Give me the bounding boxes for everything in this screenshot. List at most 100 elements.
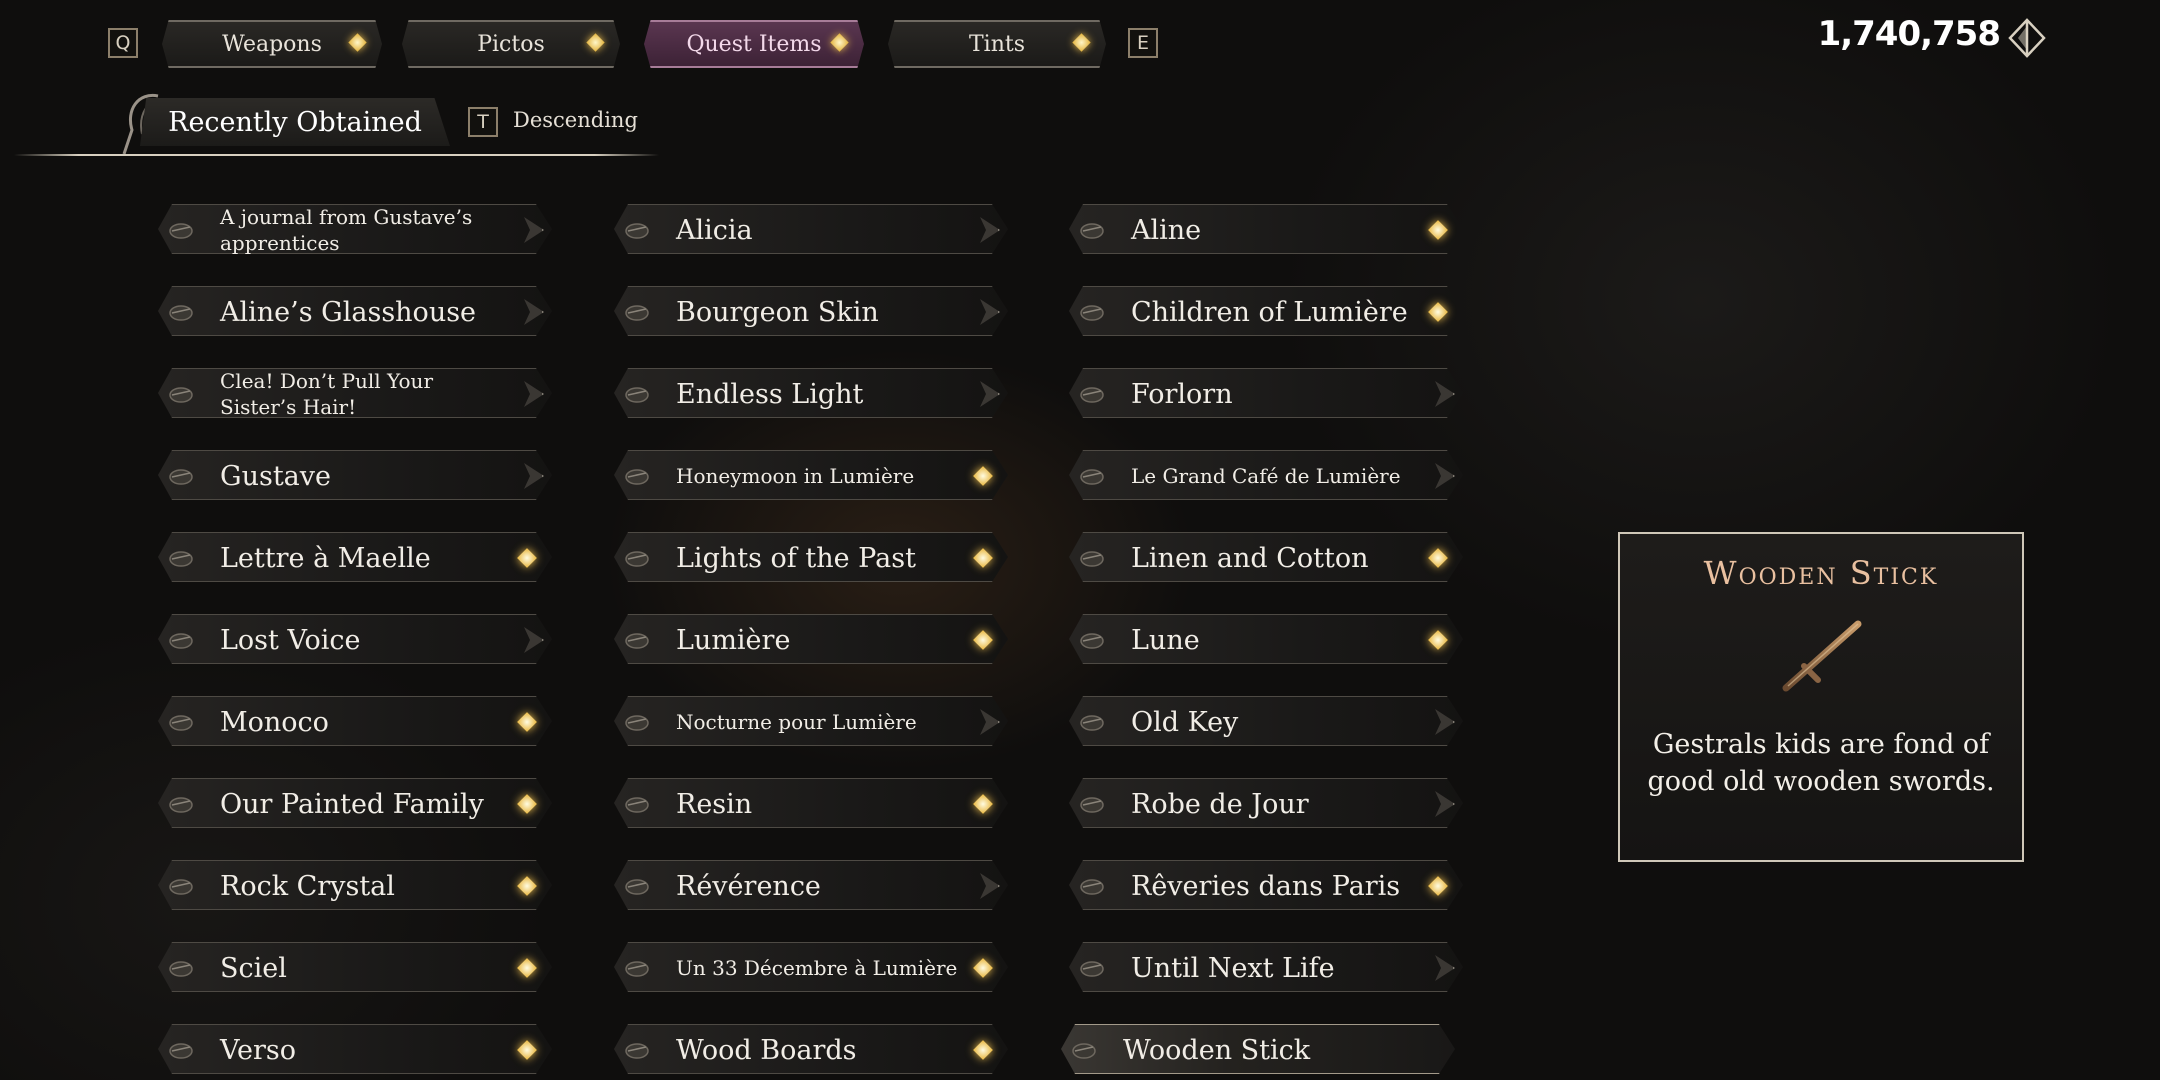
sort-mode-button[interactable]: Recently Obtained [140, 98, 450, 146]
new-indicator-icon [973, 958, 993, 978]
chevron-right-icon [1435, 791, 1455, 817]
quest-item-row[interactable]: Gustave [158, 450, 552, 500]
next-category-key[interactable]: E [1128, 28, 1158, 58]
chevron-right-icon [980, 217, 1000, 243]
quest-item-row[interactable]: Révérence [614, 860, 1008, 910]
quest-item-row[interactable]: Children of Lumière [1069, 286, 1463, 336]
chevron-right-icon [980, 381, 1000, 407]
quest-item-label: Until Next Life [1131, 952, 1335, 984]
quest-item-icon [1080, 879, 1104, 895]
new-indicator-icon [973, 794, 993, 814]
quest-item-row[interactable]: Bourgeon Skin [614, 286, 1008, 336]
quest-item-row[interactable]: Resin [614, 778, 1008, 828]
quest-item-icon [169, 305, 193, 321]
quest-item-row[interactable]: Rock Crystal [158, 860, 552, 910]
quest-item-icon [1080, 469, 1104, 485]
quest-item-label: Verso [220, 1034, 297, 1066]
quest-item-row[interactable]: Endless Light [614, 368, 1008, 418]
tab-tints-label: Tints [968, 31, 1025, 57]
chevron-right-icon [1451, 1037, 1455, 1063]
quest-item-row[interactable]: Lettre à Maelle [158, 532, 552, 582]
quest-item-row[interactable]: Aline’s Glasshouse [158, 286, 552, 336]
new-indicator-icon [973, 630, 993, 650]
new-indicator-icon [348, 33, 367, 52]
quest-item-row[interactable]: Old Key [1069, 696, 1463, 746]
quest-item-label: Old Key [1131, 706, 1239, 738]
chevron-right-icon [524, 463, 544, 489]
chevron-right-icon [980, 709, 1000, 735]
quest-item-label: Lune [1131, 624, 1200, 656]
chevron-right-icon [524, 627, 544, 653]
quest-item-row[interactable]: Un 33 Décembre à Lumière [614, 942, 1008, 992]
quest-item-icon [1080, 387, 1104, 403]
sort-mode-label: Recently Obtained [168, 106, 422, 138]
quest-item-row[interactable]: Monoco [158, 696, 552, 746]
quest-item-label: Lost Voice [220, 624, 361, 656]
quest-item-row[interactable]: Robe de Jour [1069, 778, 1463, 828]
quest-item-label: Endless Light [676, 378, 864, 410]
chevron-right-icon [524, 299, 544, 325]
tab-weapons[interactable]: Weapons [162, 20, 382, 68]
new-indicator-icon [1428, 302, 1448, 322]
chevron-right-icon [1435, 463, 1455, 489]
quest-item-row[interactable]: Our Painted Family [158, 778, 552, 828]
quest-item-icon [1072, 1043, 1096, 1059]
prev-category-key[interactable]: Q [108, 28, 138, 58]
quest-item-row[interactable]: Lumière [614, 614, 1008, 664]
quest-item-row[interactable]: Le Grand Café de Lumière [1069, 450, 1463, 500]
item-detail-panel: Wooden Stick Gestrals kids are fond of g… [1618, 532, 2024, 862]
quest-item-icon [1080, 715, 1104, 731]
quest-item-row[interactable]: Lune [1069, 614, 1463, 664]
quest-item-label: Alicia [676, 214, 753, 246]
quest-item-icon [1080, 633, 1104, 649]
quest-item-row[interactable]: Clea! Don’t Pull Your Sister’s Hair! [158, 368, 552, 418]
quest-item-icon [169, 715, 193, 731]
quest-item-icon [1080, 797, 1104, 813]
quest-item-icon [625, 633, 649, 649]
quest-item-row[interactable]: Linen and Cotton [1069, 532, 1463, 582]
new-indicator-icon [517, 794, 537, 814]
quest-item-label: Wood Boards [676, 1034, 857, 1066]
tab-tints[interactable]: Tints [888, 20, 1106, 68]
chevron-right-icon [980, 299, 1000, 325]
new-indicator-icon [1428, 220, 1448, 240]
quest-item-row[interactable]: Wood Boards [614, 1024, 1008, 1074]
quest-item-row[interactable]: Lights of the Past [614, 532, 1008, 582]
quest-item-label: Forlorn [1131, 378, 1233, 410]
quest-item-row[interactable]: Aline [1069, 204, 1463, 254]
quest-item-label: Un 33 Décembre à Lumière [676, 956, 958, 980]
quest-item-label: Linen and Cotton [1131, 542, 1369, 574]
sort-toggle-key[interactable]: T [468, 107, 498, 137]
quest-item-icon [169, 633, 193, 649]
quest-item-label: Révérence [676, 870, 821, 902]
quest-item-row[interactable]: Nocturne pour Lumière [614, 696, 1008, 746]
tab-pictos[interactable]: Pictos [402, 20, 620, 68]
quest-item-label: Rock Crystal [220, 870, 395, 902]
quest-item-row[interactable]: Alicia [614, 204, 1008, 254]
quest-item-icon [1080, 223, 1104, 239]
quest-item-row[interactable]: A journal from Gustave’s apprentices [158, 204, 552, 254]
chevron-right-icon [524, 381, 544, 407]
quest-item-row[interactable]: Wooden Stick [1061, 1024, 1455, 1074]
quest-item-row[interactable]: Until Next Life [1069, 942, 1463, 992]
chevron-right-icon [980, 873, 1000, 899]
quest-item-row[interactable]: Sciel [158, 942, 552, 992]
quest-item-label: Resin [676, 788, 753, 820]
quest-item-icon [625, 387, 649, 403]
tab-pictos-label: Pictos [477, 31, 545, 57]
quest-item-label: Nocturne pour Lumière [676, 710, 917, 734]
quest-item-row[interactable]: Lost Voice [158, 614, 552, 664]
quest-item-icon [625, 1043, 649, 1059]
quest-item-label: Sciel [220, 952, 287, 984]
quest-item-icon [169, 879, 193, 895]
quest-item-row[interactable]: Verso [158, 1024, 552, 1074]
new-indicator-icon [517, 548, 537, 568]
tab-quest-items[interactable]: Quest Items [644, 20, 864, 68]
quest-item-row[interactable]: Honeymoon in Lumière [614, 450, 1008, 500]
quest-item-label: Our Painted Family [220, 788, 484, 820]
quest-item-label: Clea! Don’t Pull Your Sister’s Hair! [220, 369, 433, 419]
quest-item-row[interactable]: Forlorn [1069, 368, 1463, 418]
quest-item-row[interactable]: Rêveries dans Paris [1069, 860, 1463, 910]
quest-item-label: Monoco [220, 706, 329, 738]
new-indicator-icon [973, 548, 993, 568]
